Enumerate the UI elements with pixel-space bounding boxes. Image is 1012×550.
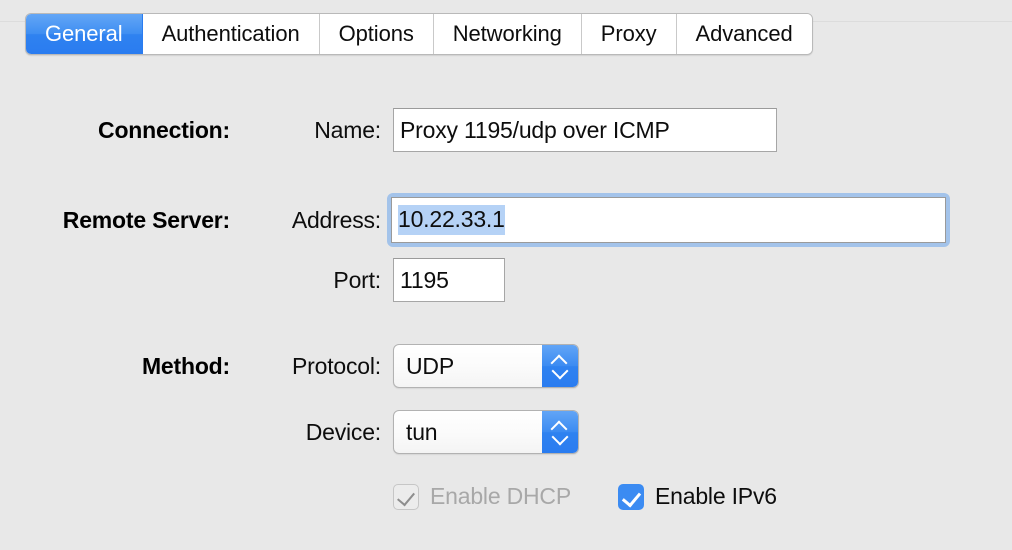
port-field-label: Port: — [333, 266, 381, 293]
tab-proxy-label: Proxy — [600, 21, 657, 46]
row-remote-address: Remote Server: Address: 10.22.33.1 — [0, 193, 1012, 247]
device-selected-value: tun — [406, 418, 438, 445]
tab-authentication[interactable]: Authentication — [142, 14, 320, 54]
tab-bar: General Authentication Options Networkin… — [25, 13, 813, 55]
tab-options[interactable]: Options — [319, 14, 434, 54]
chevron-down-icon — [552, 433, 568, 442]
remote-address-value: 10.22.33.1 — [398, 205, 505, 235]
tab-networking[interactable]: Networking — [433, 14, 582, 54]
enable-dhcp-label: Enable DHCP — [430, 483, 571, 509]
protocol-selected-value: UDP — [406, 352, 454, 379]
row-method-protocol: Method: Protocol: UDP — [0, 344, 1012, 388]
tab-advanced[interactable]: Advanced — [676, 14, 812, 54]
tab-advanced-label: Advanced — [695, 21, 793, 46]
row-port: Port: 1195 — [0, 258, 1012, 302]
check-icon — [397, 487, 415, 506]
name-field-label: Name: — [314, 116, 381, 143]
protocol-field-label: Protocol: — [292, 352, 381, 379]
protocol-select[interactable]: UDP — [393, 344, 579, 388]
tab-options-label: Options — [338, 21, 414, 46]
enable-ipv6-box[interactable] — [618, 483, 644, 510]
connection-name-input[interactable]: Proxy 1195/udp over ICMP — [393, 108, 777, 152]
device-select[interactable]: tun — [393, 410, 579, 454]
protocol-stepper[interactable] — [542, 345, 578, 387]
tab-networking-label: Networking — [452, 21, 562, 46]
device-field-label: Device: — [305, 418, 381, 445]
row-device: Device: tun — [0, 410, 1012, 454]
enable-dhcp-checkbox: Enable DHCP — [393, 483, 571, 510]
enable-dhcp-box — [393, 483, 419, 510]
tab-proxy[interactable]: Proxy — [581, 14, 677, 54]
check-icon — [621, 486, 642, 508]
chevron-down-icon — [552, 367, 568, 376]
remote-address-input[interactable]: 10.22.33.1 — [391, 197, 946, 243]
enable-ipv6-label: Enable IPv6 — [655, 483, 777, 509]
tab-general-label: General — [45, 21, 123, 46]
device-stepper[interactable] — [542, 411, 578, 453]
row-connection-name: Connection: Name: Proxy 1195/udp over IC… — [0, 108, 1012, 152]
tab-general[interactable]: General — [26, 14, 143, 54]
remote-port-input[interactable]: 1195 — [393, 258, 505, 302]
remote-port-value: 1195 — [400, 266, 449, 293]
address-field-label: Address: — [291, 206, 381, 233]
connection-name-value: Proxy 1195/udp over ICMP — [400, 116, 670, 143]
address-input-focus-ring: 10.22.33.1 — [387, 193, 950, 247]
tab-authentication-label: Authentication — [161, 21, 300, 46]
enable-ipv6-checkbox[interactable]: Enable IPv6 — [618, 483, 777, 510]
